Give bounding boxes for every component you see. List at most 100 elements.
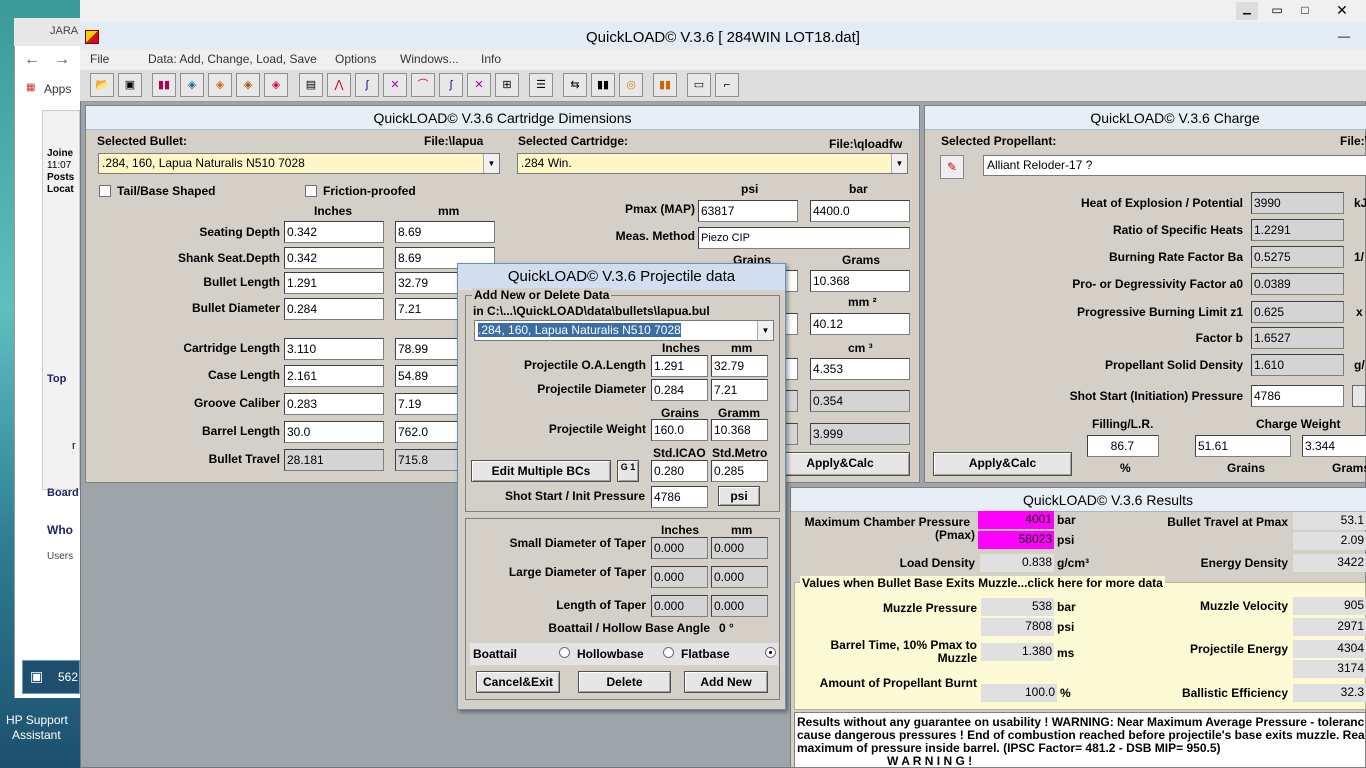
propellant-data-icon[interactable]: ◈ [208,73,232,97]
seating-depth-mm[interactable]: 8.69 [395,221,495,243]
bullet-length-in[interactable]: 1.291 [284,272,384,294]
burning-limit-field[interactable]: 0.625 [1251,301,1344,323]
cancel-exit-button[interactable]: Cancel&Exit [476,671,560,693]
pmax-bar-field[interactable]: 4400.0 [810,200,910,222]
save-icon[interactable]: ▣ [118,73,142,97]
medal-icon[interactable]: ◎ [619,73,643,97]
degressivity-field[interactable]: 0.0389 [1251,273,1344,295]
forward-icon[interactable]: → [54,51,70,69]
hollowbase-radio[interactable] [663,647,674,658]
cartridges-icon[interactable]: ▮▮ [591,73,615,97]
charge-apply-button[interactable]: Apply&Calc [933,452,1072,476]
proj-weight-gr[interactable]: 160.0 [651,419,708,441]
taper-small-in[interactable]: 0.000 [651,537,708,559]
tail-checkbox[interactable] [99,185,111,197]
burning-rate-field[interactable]: 0.5275 [1251,246,1344,268]
proj-oal-mm[interactable]: 32.79 [711,355,768,377]
close-icon[interactable]: ✕ [1318,0,1366,20]
proj-shot-field[interactable]: 4786 [651,486,708,508]
groove-caliber-in[interactable]: 0.283 [284,393,384,415]
menu-options[interactable]: Options [335,52,376,66]
restore-icon[interactable]: ▭ [1266,2,1288,20]
cross-chart-icon[interactable]: ✕ [467,73,491,97]
hp-support-line2[interactable]: Assistant [12,728,61,742]
taper-length-mm[interactable]: 0.000 [711,595,768,617]
bc-icao-field[interactable]: 0.280 [651,460,708,482]
cartridge-select[interactable]: .284 Win. ▼ [517,153,908,174]
chevron-down-icon[interactable]: ▼ [483,154,499,173]
muzzle-values-header[interactable]: Values when Bullet Base Exits Muzzle...c… [800,576,1165,590]
pressure-chart-icon[interactable]: ⋀ [327,73,351,97]
case-volume-cm3[interactable]: 4.353 [810,358,910,380]
seating-depth-in[interactable]: 0.342 [284,221,384,243]
menu-windows[interactable]: Windows... [400,52,459,66]
pistol-icon[interactable]: ⌐ [715,73,739,97]
chevron-down-icon[interactable]: ▼ [757,321,773,340]
proj-diameter-in[interactable]: 0.284 [651,379,708,401]
list-icon[interactable]: ☰ [529,73,553,97]
browser-tab[interactable]: JARA [50,25,78,37]
edit-bc-button[interactable]: Edit Multiple BCs [471,460,611,482]
apps-icon[interactable]: ▦ [26,82,35,93]
app-minimize-icon[interactable]: — [1338,30,1366,44]
case-weight-grams[interactable]: 10.368 [810,270,910,292]
case-length-in[interactable]: 2.161 [284,365,384,387]
bore-area-mm2[interactable]: 40.12 [810,313,910,335]
meas-method-field[interactable]: Piezo CIP [698,227,910,249]
menu-info[interactable]: Info [481,52,501,66]
proj-oal-in[interactable]: 1.291 [651,355,708,377]
heat-explosion-field[interactable]: 3990 [1251,192,1344,214]
top-link[interactable]: Top [47,373,66,385]
load-data-icon[interactable]: ◈ [264,73,288,97]
propellant-edit-icon[interactable]: ✎ [940,155,964,179]
friction-checkbox[interactable] [305,185,317,197]
menu-data[interactable]: Data: Add, Change, Load, Save [148,52,317,66]
apps-link[interactable]: Apps [44,82,71,96]
bullet-diameter-in[interactable]: 0.284 [284,298,384,320]
cartridge-data-icon[interactable]: ◈ [180,73,204,97]
bullet-select[interactable]: .284, 160, Lapua Naturalis N510 7028 ▼ [98,153,500,174]
cartridge-length-in[interactable]: 3.110 [284,338,384,360]
proj-weight-g[interactable]: 10.368 [711,419,768,441]
g1-button[interactable]: G 1 [617,460,639,482]
charge-grams-field[interactable]: 3.344 [1302,435,1366,457]
shank-depth-in[interactable]: 0.342 [284,247,384,269]
bc-metro-field[interactable]: 0.285 [711,460,768,482]
printer-icon[interactable]: ▭ [687,73,711,97]
minimize-icon[interactable]: ▁ [1236,2,1258,20]
menu-file[interactable]: File [90,52,109,66]
add-new-button[interactable]: Add New [684,671,768,693]
psi-unit-button[interactable]: psi [718,486,760,506]
burn-chart-icon[interactable]: ⌒ [411,73,435,97]
charge-grains-field[interactable]: 51.61 [1195,435,1291,457]
taper-large-mm[interactable]: 0.000 [711,566,768,588]
cartridge-apply-button[interactable]: Apply&Calc [770,452,910,476]
barrel-length-in[interactable]: 30.0 [284,421,384,443]
compare-icon[interactable]: ⇆ [563,73,587,97]
taper-length-in[interactable]: 0.000 [651,595,708,617]
travel-chart-icon[interactable]: ∫ [439,73,463,97]
factor-b-field[interactable]: 1.6527 [1251,327,1344,349]
table-icon[interactable]: ▤ [299,73,323,97]
specific-heats-field[interactable]: 1.2291 [1251,219,1344,241]
projectile-select[interactable]: .284, 160, Lapua Naturalis N510 7028 ▼ [474,320,774,341]
velocity-chart-icon[interactable]: ∫ [355,73,379,97]
bar-chart-icon[interactable]: ▮▮ [653,73,677,97]
open-folder-icon[interactable]: 📂 [90,73,114,97]
chevron-down-icon[interactable]: ▼ [891,154,907,173]
pressure-velocity-icon[interactable]: ✕ [383,73,407,97]
grid-calc-icon[interactable]: ⊞ [495,73,519,97]
delete-button[interactable]: Delete [578,671,671,693]
maximize-icon[interactable]: □ [1294,2,1316,20]
shot-start-unit-button[interactable] [1352,385,1366,407]
pmax-psi-field[interactable]: 63817 [698,200,798,222]
shot-start-field[interactable]: 4786 [1251,385,1344,407]
solid-density-field[interactable]: 1.610 [1251,354,1344,376]
taper-small-mm[interactable]: 0.000 [711,537,768,559]
boattail-radio[interactable] [559,647,570,658]
flatbase-radio[interactable] [765,647,776,658]
filling-field[interactable]: 86.7 [1087,435,1159,457]
propellant-select[interactable]: Alliant Reloder-17 ? [983,155,1366,176]
back-icon[interactable]: ← [24,51,40,69]
taper-large-in[interactable]: 0.000 [651,566,708,588]
